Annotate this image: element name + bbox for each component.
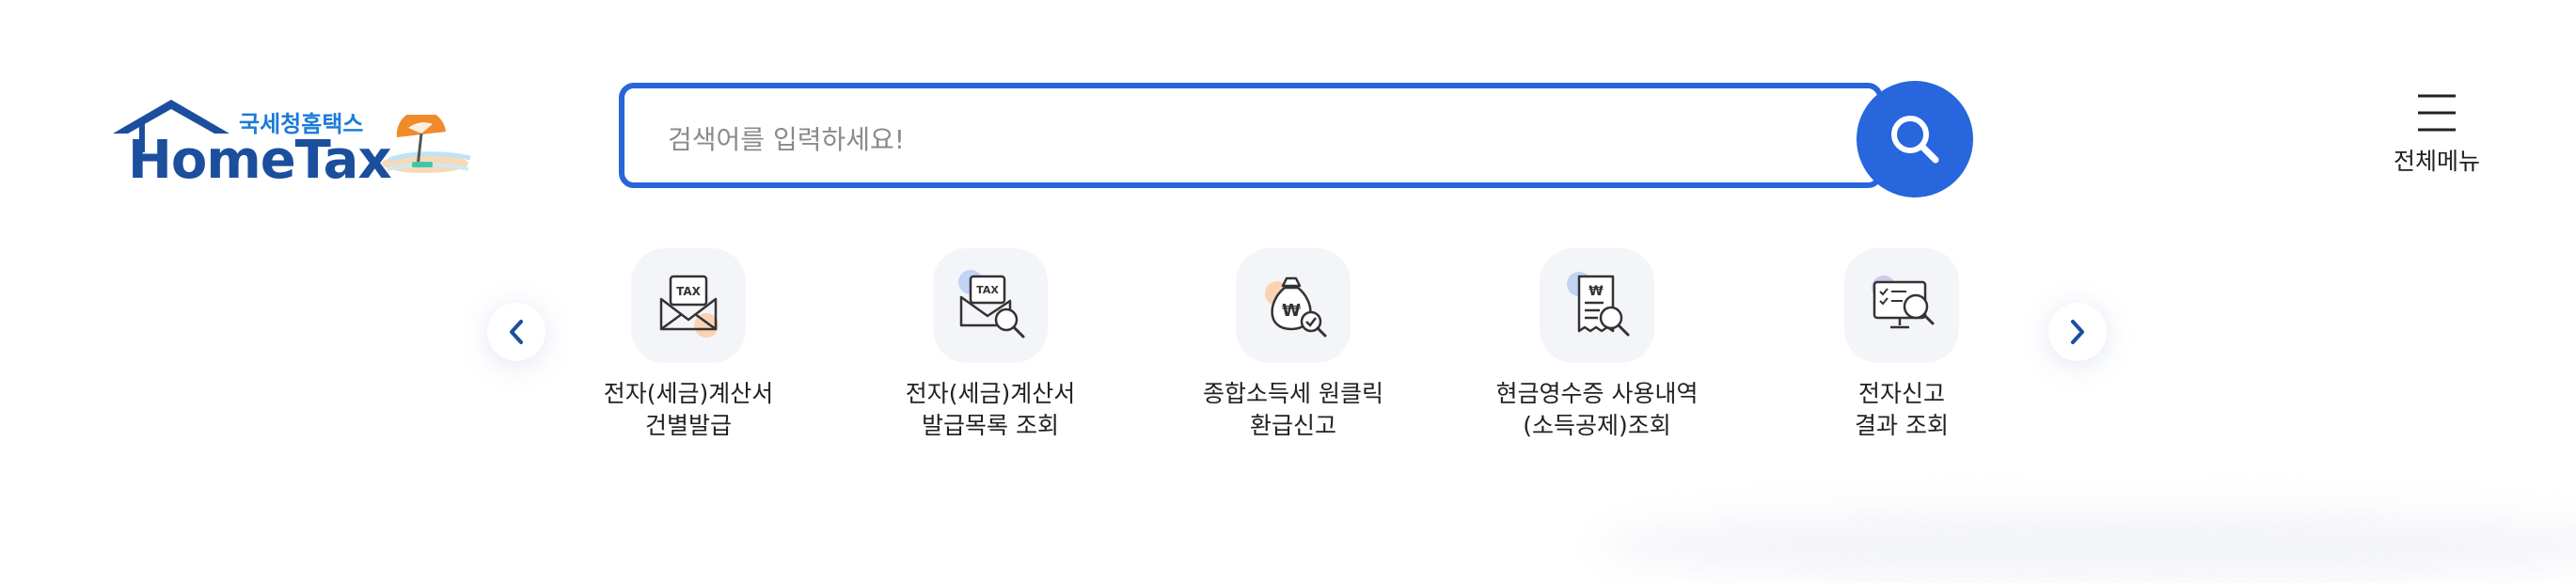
service-item-tax-invoice-issue[interactable]: TAX 전자(세금)계산서 건별발급 <box>576 248 801 442</box>
svg-text:₩: ₩ <box>1282 301 1301 321</box>
service-item-tax-invoice-list[interactable]: TAX 전자(세금)계산서 발급목록 조회 <box>877 248 1103 442</box>
service-label: 현금영수증 사용내역 (소득공제)조회 <box>1495 380 1699 439</box>
service-icon-box: ₩ <box>1540 248 1654 363</box>
hamburger-menu-icon <box>2418 94 2456 132</box>
hometax-logo[interactable]: 국세청홈택스 HomeTax <box>105 96 482 191</box>
service-item-cash-receipt[interactable]: ₩ 현금영수증 사용내역 (소득공제)조회 <box>1484 248 1710 442</box>
service-label: 전자(세금)계산서 건별발급 <box>603 380 774 439</box>
money-bag-icon: ₩ <box>1265 276 1327 338</box>
service-label: 종합소득세 원클릭 환급신고 <box>1203 380 1383 439</box>
service-icon-box: TAX <box>631 248 746 363</box>
service-label: 전자신고 결과 조회 <box>1855 380 1949 439</box>
chevron-right-icon <box>2071 320 2084 344</box>
service-icon-box: TAX <box>933 248 1048 363</box>
search-input[interactable] <box>666 115 1779 164</box>
logo-brand: HomeTax <box>128 130 392 191</box>
receipt-search-icon: ₩ <box>1567 272 1630 337</box>
tax-envelope-search-icon: TAX <box>958 270 1025 339</box>
search-button[interactable] <box>1857 81 1973 197</box>
carousel-next-button[interactable] <box>2048 303 2107 361</box>
monitor-search-icon <box>1872 276 1935 329</box>
svg-text:TAX: TAX <box>676 285 702 298</box>
search-bar <box>619 81 1973 197</box>
svg-text:TAX: TAX <box>976 284 999 296</box>
svg-text:₩: ₩ <box>1588 284 1604 299</box>
tax-envelope-icon: TAX <box>659 275 719 338</box>
service-icon-box <box>1844 248 1959 363</box>
service-icon-box: ₩ <box>1236 248 1351 363</box>
decorative-shadow <box>1599 508 2576 583</box>
service-label: 전자(세금)계산서 발급목록 조회 <box>905 380 1076 439</box>
all-menu-label: 전체메뉴 <box>2393 148 2480 175</box>
search-icon <box>1891 116 1939 164</box>
chevron-left-icon <box>510 320 523 344</box>
service-item-income-tax-refund[interactable]: ₩ 종합소득세 원클릭 환급신고 <box>1180 248 1406 442</box>
beach-umbrella-icon <box>382 115 471 173</box>
all-menu-button[interactable]: 전체메뉴 <box>2385 92 2489 186</box>
search-box <box>619 83 1883 188</box>
service-item-e-filing-result[interactable]: 전자신고 결과 조회 <box>1789 248 2015 442</box>
carousel-prev-button[interactable] <box>487 303 545 361</box>
